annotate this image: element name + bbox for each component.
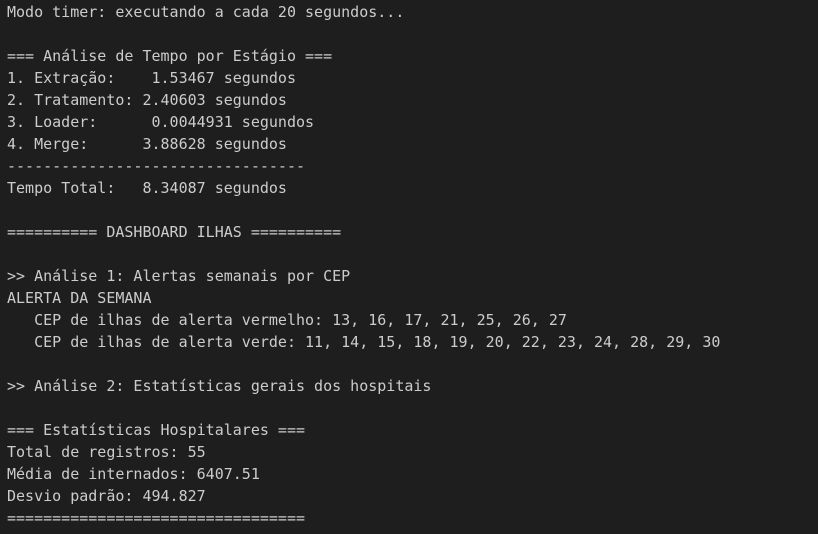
std-deviation-line: Desvio padrão: 494.827 [7,487,206,505]
timer-mode-line: Modo timer: executando a cada 20 segundo… [7,3,405,21]
hospital-stats-header: === Estatísticas Hospitalares === [7,421,306,439]
dashboard-header: ========== DASHBOARD ILHAS ========== [7,223,342,241]
stage-treatment-line: 2. Tratamento: 2.40603 segundos [7,91,287,109]
total-records-line: Total de registros: 55 [7,443,206,461]
stage-loader-line: 3. Loader: 0.0044931 segundos [7,113,315,131]
time-analysis-header: === Análise de Tempo por Estágio === [7,47,333,65]
total-time-line: Tempo Total: 8.34087 segundos [7,179,287,197]
separator-line: --------------------------------- [7,157,306,175]
green-alert-cep-line: CEP de ilhas de alerta verde: 11, 14, 15… [7,333,721,351]
mean-inpatients-line: Média de internados: 6407.51 [7,465,260,483]
stage-merge-line: 4. Merge: 3.88628 segundos [7,135,287,153]
analysis-2-title: >> Análise 2: Estatísticas gerais dos ho… [7,377,432,395]
terminal-output[interactable]: Modo timer: executando a cada 20 segundo… [0,0,818,534]
analysis-1-title: >> Análise 1: Alertas semanais por CEP [7,267,351,285]
weekly-alert-heading: ALERTA DA SEMANA [7,289,152,307]
closing-separator-line: ================================= [7,509,306,527]
stage-extraction-line: 1. Extração: 1.53467 segundos [7,69,296,87]
red-alert-cep-line: CEP de ilhas de alerta vermelho: 13, 16,… [7,311,567,329]
